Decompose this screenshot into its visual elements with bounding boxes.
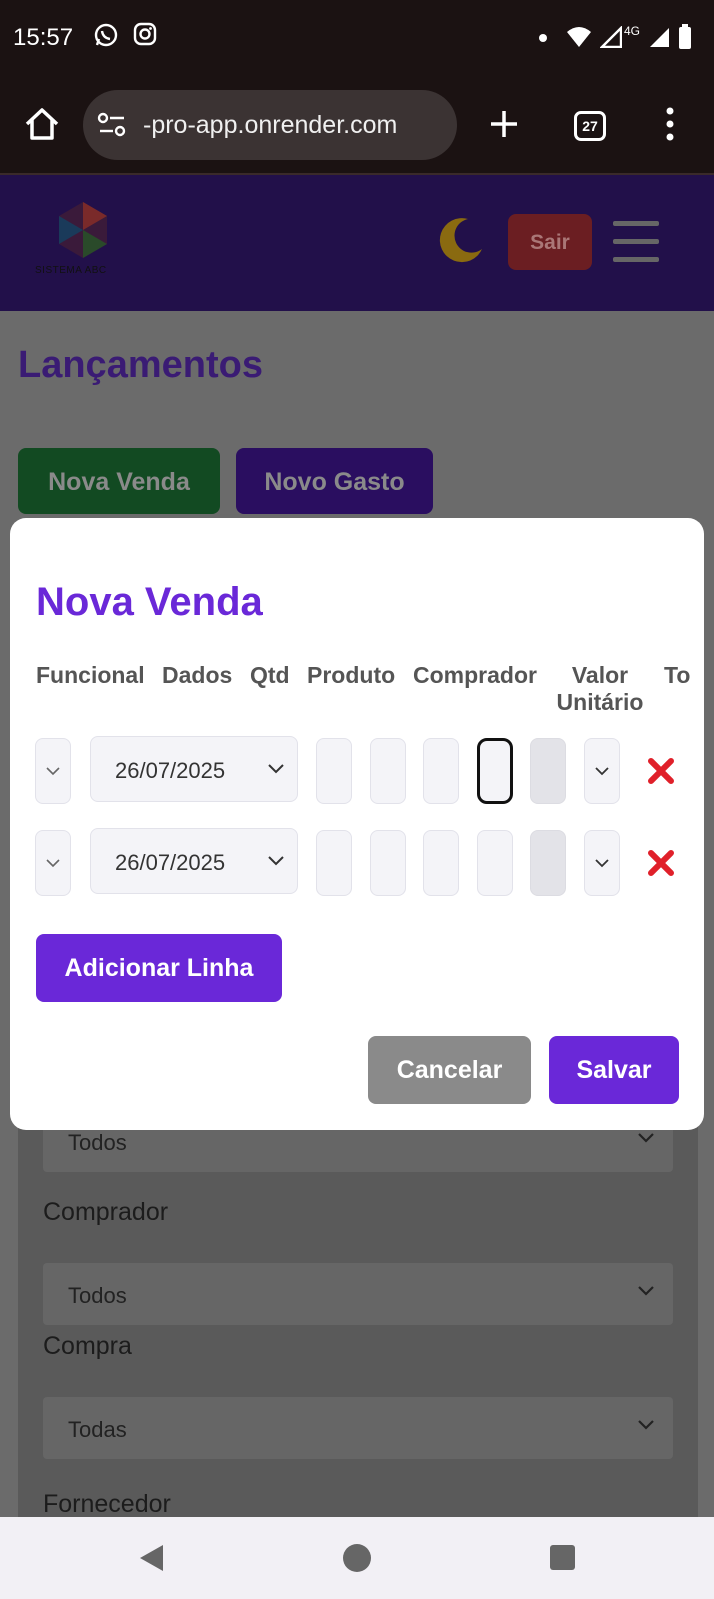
- recents-icon[interactable]: [549, 1544, 576, 1571]
- modal-title: Nova Venda: [36, 580, 263, 624]
- add-line-button[interactable]: Adicionar Linha: [36, 934, 282, 1002]
- new-sale-button[interactable]: Nova Venda: [18, 448, 220, 514]
- filter-label-fornecedor: Fornecedor: [43, 1490, 171, 1518]
- close-x-icon[interactable]: [646, 848, 676, 878]
- filter-value: Todas: [68, 1417, 127, 1442]
- notification-dot-icon: [539, 34, 547, 42]
- chevron-down-icon: [595, 859, 609, 868]
- more-vert-icon[interactable]: [664, 106, 676, 142]
- whatsapp-icon: [94, 23, 118, 47]
- moon-icon[interactable]: [436, 215, 486, 265]
- chevron-down-icon: [638, 1420, 654, 1430]
- column-header-funcional: Funcional: [36, 662, 145, 688]
- close-x-icon[interactable]: [646, 756, 676, 786]
- logo-text: SISTEMA ABC: [35, 265, 107, 276]
- new-tab-icon[interactable]: [488, 108, 520, 140]
- page-title: Lançamentos: [18, 344, 263, 386]
- status-bar: 15:57 4G: [0, 0, 714, 80]
- qtd-input[interactable]: [316, 738, 352, 804]
- valor-input[interactable]: [477, 830, 513, 896]
- system-nav-bar: [0, 1517, 714, 1599]
- date-value: 26/07/2025: [115, 850, 226, 875]
- total-field: [530, 830, 566, 896]
- logo-icon[interactable]: [55, 200, 111, 260]
- chevron-down-icon: [46, 859, 60, 868]
- column-header-valor-unitario: Valor Unitário: [556, 662, 644, 715]
- filter-panel: Todos Comprador Todos Compra Todas Forne…: [18, 1110, 698, 1530]
- back-icon[interactable]: [137, 1543, 165, 1573]
- filter-label-comprador: Comprador: [43, 1198, 169, 1226]
- battery-icon: [679, 24, 691, 49]
- url-text: -pro-app.onrender.com: [143, 111, 398, 139]
- app-header: SISTEMA ABC Sair: [0, 175, 714, 311]
- type-select[interactable]: [584, 738, 620, 804]
- filter-select-comprador[interactable]: Todos: [43, 1263, 673, 1325]
- type-select[interactable]: [584, 830, 620, 896]
- column-header-qtd: Qtd: [250, 662, 290, 688]
- filter-value: Todos: [68, 1283, 127, 1308]
- new-sale-modal: Nova Venda Funcional Dados Qtd Produto C…: [10, 518, 704, 1130]
- chevron-down-icon: [638, 1133, 654, 1143]
- instagram-icon: [133, 22, 157, 46]
- chevron-down-icon: [268, 856, 284, 866]
- status-time: 15:57: [13, 24, 74, 51]
- comprador-input[interactable]: [423, 738, 459, 804]
- chevron-down-icon: [268, 764, 284, 774]
- address-bar[interactable]: -pro-app.onrender.com: [83, 90, 457, 160]
- logout-button[interactable]: Sair: [508, 214, 592, 270]
- filter-value: Todos: [68, 1130, 127, 1155]
- network-type: 4G: [624, 24, 641, 38]
- filter-label-compra: Compra: [43, 1332, 132, 1360]
- signal-icon: [650, 28, 669, 47]
- funcional-select[interactable]: [35, 830, 71, 896]
- save-button[interactable]: Salvar: [549, 1036, 679, 1104]
- date-select[interactable]: 26/07/2025: [90, 828, 298, 894]
- tabs-button[interactable]: 27: [574, 111, 606, 141]
- wifi-icon: [567, 27, 591, 47]
- date-select[interactable]: 26/07/2025: [90, 736, 298, 802]
- produto-input[interactable]: [370, 830, 406, 896]
- column-header-comprador: Comprador: [413, 662, 537, 688]
- home-icon[interactable]: [22, 104, 62, 144]
- total-field: [530, 738, 566, 804]
- home-circle-icon[interactable]: [342, 1543, 372, 1573]
- cancel-button[interactable]: Cancelar: [368, 1036, 531, 1104]
- signal-icon: [600, 26, 622, 48]
- new-expense-button[interactable]: Novo Gasto: [236, 448, 433, 514]
- date-value: 26/07/2025: [115, 758, 226, 783]
- column-header-total: To: [664, 662, 691, 688]
- chevron-down-icon: [638, 1286, 654, 1296]
- produto-input[interactable]: [370, 738, 406, 804]
- filter-select-compra[interactable]: Todas: [43, 1397, 673, 1459]
- column-header-produto: Produto: [307, 662, 396, 688]
- hamburger-icon[interactable]: [613, 221, 659, 263]
- qtd-input[interactable]: [316, 830, 352, 896]
- comprador-input[interactable]: [423, 830, 459, 896]
- browser-toolbar: -pro-app.onrender.com 27: [0, 80, 714, 175]
- funcional-select[interactable]: [35, 738, 71, 804]
- column-header-dados: Dados: [162, 662, 233, 688]
- chevron-down-icon: [595, 767, 609, 776]
- chevron-down-icon: [46, 767, 60, 776]
- site-info-icon[interactable]: [97, 112, 127, 138]
- valor-input[interactable]: [477, 738, 513, 804]
